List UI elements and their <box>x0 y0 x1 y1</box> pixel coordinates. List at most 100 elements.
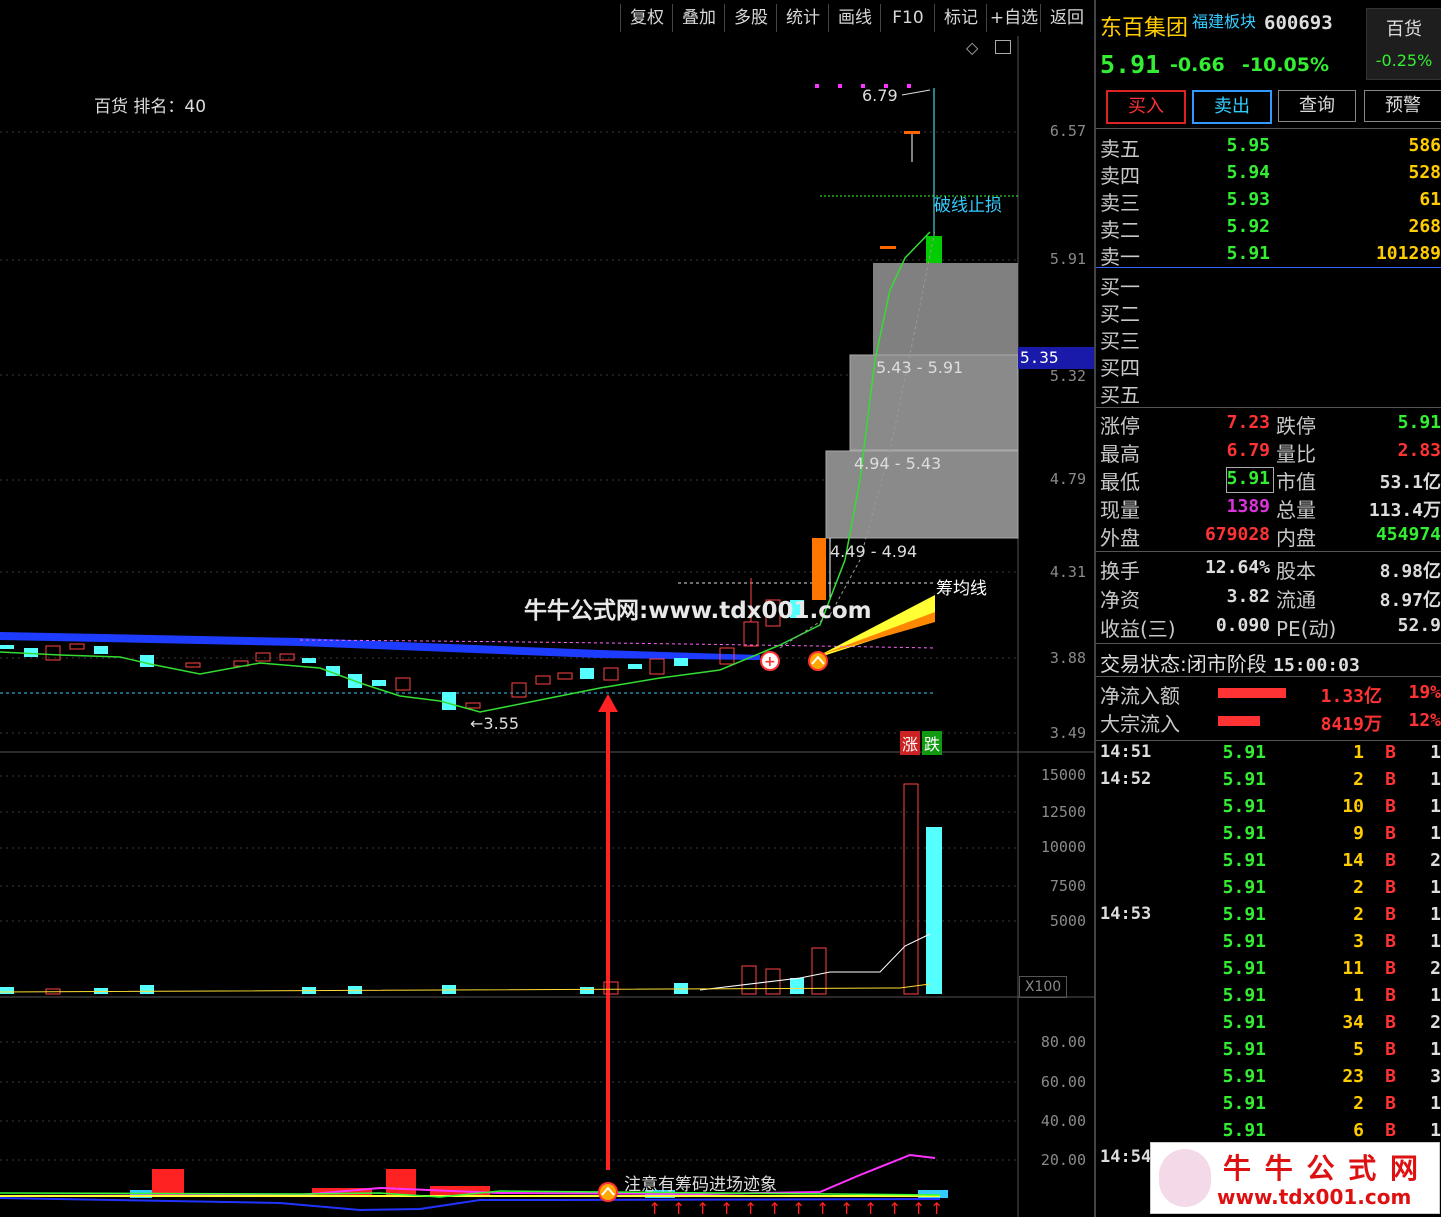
stat-label: 量比 <box>1276 442 1316 466</box>
indicator-tick: 60.00 <box>1040 1073 1086 1091</box>
fund-label: 收益(三) <box>1100 617 1176 641</box>
svg-text:↑: ↑ <box>792 1199 805 1217</box>
last-price: 5.91 <box>1100 50 1161 79</box>
toolbar-button[interactable]: 统计 <box>776 4 829 32</box>
svg-text:↑: ↑ <box>864 1199 877 1217</box>
indicator-tick: 20.00 <box>1040 1151 1086 1169</box>
toolbar-button[interactable]: 画线 <box>828 4 881 32</box>
tick-count: 1 <box>1430 769 1441 790</box>
svg-text:↑: ↑ <box>768 1199 781 1217</box>
alert-button[interactable]: 预警 <box>1364 90 1441 122</box>
flow-value: 1.33亿 <box>1320 686 1382 707</box>
bid-label: 买四 <box>1100 356 1140 380</box>
ask-volume: 61 <box>1419 189 1441 210</box>
tick-price: 5.91 <box>1222 1066 1266 1087</box>
svg-text:↑: ↑ <box>648 1199 661 1217</box>
stat-label: 涨停 <box>1100 414 1140 438</box>
low-highlight-box <box>1226 467 1274 493</box>
kline-chart-area[interactable]: + ↑ ↑ ↑ ↑ ↑ ↑ ↑ ↑ ↑ ↑ ↑ ↑ ↑ 复权 叠加 多股 统计 … <box>0 0 1096 1217</box>
svg-text:↑: ↑ <box>888 1199 901 1217</box>
tick-volume: 9 <box>1353 823 1364 844</box>
toolbar-button[interactable]: 标记 <box>934 4 987 32</box>
tick-time: 14:53 <box>1100 904 1152 924</box>
fund-value: 52.9 <box>1397 615 1441 636</box>
tick-side: B <box>1385 1066 1396 1087</box>
panel-toggle-icon[interactable] <box>995 40 1011 54</box>
ask-price[interactable]: 5.91 <box>1206 243 1270 264</box>
ask-volume: 101289 <box>1375 243 1441 264</box>
flow-pct: 12% <box>1408 710 1441 731</box>
trade-status-value: 闭市阶段 <box>1186 652 1267 676</box>
flow-pct: 19% <box>1408 682 1441 703</box>
tick-side: B <box>1385 1012 1396 1033</box>
tick-price: 5.91 <box>1222 904 1266 925</box>
tick-volume: 23 <box>1342 1066 1364 1087</box>
fall-label[interactable]: 跌 <box>922 731 943 755</box>
ask-price[interactable]: 5.94 <box>1206 162 1270 183</box>
industry-pct: -0.25% <box>1375 51 1433 70</box>
tick-count: 2 <box>1430 850 1441 871</box>
tick-price: 5.91 <box>1222 796 1266 817</box>
sell-button[interactable]: 卖出 <box>1192 90 1272 124</box>
ask-price[interactable]: 5.95 <box>1206 135 1270 156</box>
tick-count: 1 <box>1430 796 1441 817</box>
tick-time: 14:52 <box>1100 769 1152 789</box>
ask-volume: 528 <box>1408 162 1441 183</box>
ask-volume: 268 <box>1408 216 1441 237</box>
tick-side: B <box>1385 796 1396 817</box>
flow-label: 净流入额 <box>1100 684 1180 708</box>
industry-box[interactable]: 百货 -0.25% <box>1366 8 1441 80</box>
stat-value: 679028 <box>1204 524 1270 545</box>
tick-count: 3 <box>1430 1066 1441 1087</box>
toolbar-button[interactable]: +自选 <box>986 4 1041 32</box>
ask-label: 卖三 <box>1100 191 1140 215</box>
toolbar-button[interactable]: F10 <box>880 4 935 32</box>
stat-label: 跌停 <box>1276 414 1316 438</box>
flow-value: 8419万 <box>1320 714 1382 735</box>
up-marker <box>808 651 828 671</box>
volume-tick: 12500 <box>1040 803 1086 821</box>
zone-label: 4.94 - 5.43 <box>854 454 942 473</box>
stat-value: 53.1亿 <box>1379 472 1441 493</box>
diamond-icon[interactable]: ◇ <box>966 38 978 57</box>
ask-label: 卖四 <box>1100 164 1140 188</box>
query-button[interactable]: 查询 <box>1278 90 1356 122</box>
buy-button[interactable]: 买入 <box>1106 90 1186 124</box>
fund-label: 流通 <box>1276 588 1316 612</box>
blue-band <box>0 632 760 660</box>
toolbar-button[interactable]: 返回 <box>1040 4 1093 32</box>
price-tick: 4.79 <box>1049 470 1086 488</box>
toolbar-button[interactable]: 叠加 <box>672 4 725 32</box>
tick-side: B <box>1385 958 1396 979</box>
svg-text:↑: ↑ <box>840 1199 853 1217</box>
tick-count: 1 <box>1430 1039 1441 1060</box>
svg-text:↑: ↑ <box>696 1199 709 1217</box>
ask-price[interactable]: 5.93 <box>1206 189 1270 210</box>
stat-label: 最低 <box>1100 470 1140 494</box>
tick-price: 5.91 <box>1222 1093 1266 1114</box>
tick-price: 5.91 <box>1222 850 1266 871</box>
logo-url: www.tdx001.com <box>1217 1185 1412 1209</box>
tick-count: 1 <box>1430 742 1441 763</box>
tick-price: 5.91 <box>1222 877 1266 898</box>
stat-value: 113.4万 <box>1368 500 1441 521</box>
stock-sector[interactable]: 福建板块 <box>1192 8 1256 32</box>
stat-label: 外盘 <box>1100 526 1140 550</box>
stat-value: 5.91 <box>1397 412 1441 433</box>
tick-count: 1 <box>1430 1093 1441 1114</box>
stat-value: 7.23 <box>1226 412 1270 433</box>
ask-label: 卖五 <box>1100 137 1140 161</box>
zone-label: 5.43 - 5.91 <box>876 358 964 377</box>
tick-side: B <box>1385 1093 1396 1114</box>
tick-count: 1 <box>1430 1120 1441 1141</box>
toolbar-button[interactable]: 多股 <box>724 4 777 32</box>
flow-bar <box>1218 688 1286 698</box>
bid-label: 买五 <box>1100 383 1140 407</box>
tick-side: B <box>1385 1120 1396 1141</box>
volume-unit: X100 <box>1019 976 1067 998</box>
stat-value: 454974 <box>1375 524 1441 545</box>
toolbar-button[interactable]: 复权 <box>620 4 673 32</box>
ask-price[interactable]: 5.92 <box>1206 216 1270 237</box>
tick-side: B <box>1385 1039 1396 1060</box>
rise-label[interactable]: 涨 <box>900 731 921 755</box>
